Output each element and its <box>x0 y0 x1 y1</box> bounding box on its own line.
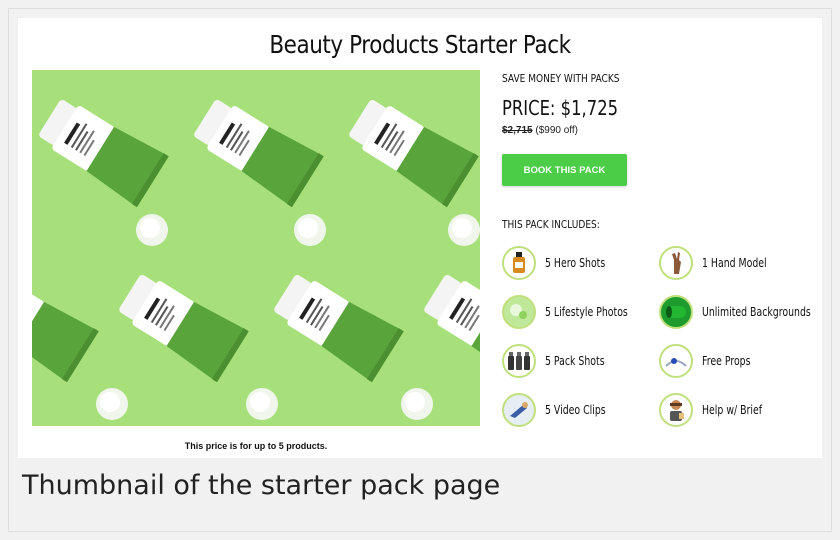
include-label: 1 Hand Model <box>702 256 767 270</box>
include-label: Unlimited Backgrounds <box>702 305 811 319</box>
include-item-help-brief: Help w/ Brief <box>659 393 779 427</box>
include-label: 5 Hero Shots <box>545 256 606 270</box>
lifestyle-icon <box>502 295 536 329</box>
include-label: 5 Lifestyle Photos <box>545 305 628 319</box>
include-item-hand-model: 1 Hand Model <box>659 246 785 280</box>
include-label: 5 Video Clips <box>545 403 606 417</box>
price: PRICE: $1,725 <box>502 96 619 120</box>
include-item-hero-shots: 5 Hero Shots <box>502 246 622 280</box>
bottle-icon <box>502 246 536 280</box>
save-money-label: SAVE MONEY WITH PACKS <box>502 72 620 85</box>
include-item-lifestyle-photos: 5 Lifestyle Photos <box>502 295 651 329</box>
book-pack-button[interactable]: BOOK THIS PACK <box>502 154 627 186</box>
person-icon <box>659 393 693 427</box>
product-image <box>32 70 480 426</box>
includes-heading: THIS PACK INCLUDES: <box>502 218 600 231</box>
include-item-video-clips: 5 Video Clips <box>502 393 623 427</box>
price-note: This price is for up to 5 products. <box>184 441 328 451</box>
include-item-free-props: Free Props <box>659 344 764 378</box>
include-item-pack-shots: 5 Pack Shots <box>502 344 621 378</box>
include-label: 5 Pack Shots <box>545 354 605 368</box>
starter-pack-card: Beauty Products Starter Pack This price … <box>18 18 822 458</box>
backdrop-roll-icon <box>659 295 693 329</box>
page-title: Beauty Products Starter Pack <box>269 30 571 59</box>
discount-amount: ($990 off) <box>535 125 578 136</box>
include-label: Help w/ Brief <box>702 403 763 417</box>
include-label: Free Props <box>702 354 751 368</box>
bottles-icon <box>502 344 536 378</box>
hand-icon <box>659 246 693 280</box>
thumbnail-caption: Thumbnail of the starter pack page <box>22 470 501 501</box>
props-icon <box>659 344 693 378</box>
old-price: $2,715 <box>502 125 533 136</box>
include-item-unlimited-backgrounds: Unlimited Backgrounds <box>659 295 840 329</box>
video-clip-icon <box>502 393 536 427</box>
discount-row: $2,715 ($990 off) <box>502 125 578 136</box>
